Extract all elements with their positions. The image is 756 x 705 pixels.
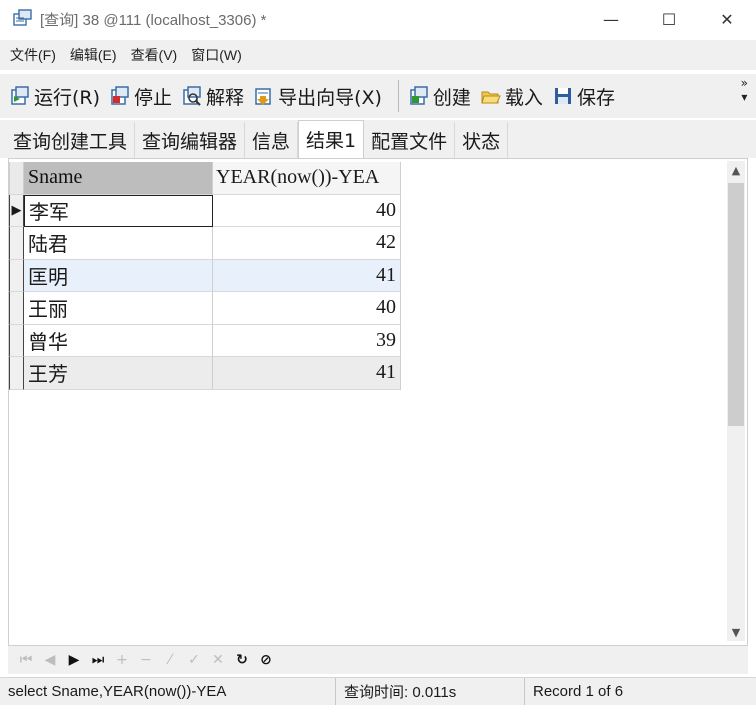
tab-query-editor[interactable]: 查询编辑器 [135,122,246,158]
post-edit-icon[interactable]: ✓ [182,652,206,668]
menu-file[interactable]: 文件(F) [10,45,56,65]
edit-record-icon[interactable]: ⁄ [158,652,182,668]
cell-sname[interactable]: 李军 [24,194,213,227]
query-icon [13,9,33,27]
minimize-button[interactable]: — [582,0,640,38]
prior-record-icon[interactable]: ◀ [38,652,62,668]
folder-open-icon [481,86,501,106]
row-indicator-header [9,162,24,195]
close-button[interactable]: ✕ [698,0,756,38]
tab-info[interactable]: 信息 [245,122,299,158]
create-label: 创建 [432,86,471,109]
row-indicator [9,227,24,260]
tab-result-1[interactable]: 结果1 [298,120,365,158]
save-label: 保存 [576,86,615,109]
floppy-disk-icon [553,86,573,106]
create-icon [409,86,429,106]
menu-bar: 文件(F) 编辑(E) 查看(V) 窗口(W) [0,40,756,70]
load-button[interactable]: 载入 [481,83,543,110]
table-row[interactable]: 曾华 39 [9,324,401,357]
tab-bar: 查询创建工具 查询编辑器 信息 结果1 配置文件 状态 [0,120,756,158]
tab-query-builder[interactable]: 查询创建工具 [6,122,136,158]
cell-sname[interactable]: 王芳 [24,357,213,390]
maximize-button[interactable]: ☐ [640,0,698,38]
cell-sname[interactable]: 王丽 [24,292,213,325]
toolbar: 运行(R) 停止 解释 导出向导(X) 创建 载入 保存 » ▾ [0,74,756,118]
record-navigator: ⏮ ◀ ▶ ⏭ + − ⁄ ✓ ✕ ↻ ⊘ [8,646,748,674]
explain-button[interactable]: 解释 [182,83,244,110]
status-record-count: Record 1 of 6 [533,683,624,700]
run-label: 运行(R) [34,86,101,109]
cancel-edit-icon[interactable]: ✕ [206,652,230,668]
cell-year[interactable]: 41 [213,259,401,292]
menu-view[interactable]: 查看(V) [131,45,178,65]
table-row[interactable]: 王芳 41 [9,357,401,390]
cell-year[interactable]: 39 [213,324,401,357]
stop-label: 停止 [134,86,173,109]
row-indicator [9,357,24,390]
row-indicator [9,292,24,325]
scroll-down-arrow-icon[interactable]: ▼ [727,623,745,641]
menu-edit[interactable]: 编辑(E) [70,45,117,65]
load-label: 载入 [504,86,543,109]
next-record-icon[interactable]: ▶ [62,652,86,668]
vertical-scrollbar[interactable]: ▲ ▼ [727,161,745,641]
create-button[interactable]: 创建 [409,83,471,110]
tab-profile[interactable]: 配置文件 [364,122,456,158]
explain-icon [182,86,202,106]
export-label: 导出向导(X) [278,86,382,109]
scroll-up-arrow-icon[interactable]: ▲ [727,161,745,179]
explain-label: 解释 [206,86,245,109]
delete-record-icon[interactable]: − [134,652,158,668]
column-header-sname[interactable]: Sname [24,162,213,195]
status-sql: select Sname,YEAR(now())-YEA [0,678,336,705]
stop-button[interactable]: 停止 [110,83,172,110]
refresh-icon[interactable]: ↻ [230,652,254,668]
export-wizard-button[interactable]: 导出向导(X) [254,83,382,110]
status-query-time: 查询时间: 0.011s [336,678,525,705]
row-indicator [9,259,24,292]
last-record-icon[interactable]: ⏭ [86,652,110,668]
cell-year[interactable]: 40 [213,194,401,227]
toolbar-separator [397,80,399,112]
cell-sname[interactable]: 陆君 [24,227,213,260]
toolbar-overflow-button[interactable]: » ▾ [741,76,748,104]
first-record-icon[interactable]: ⏮ [14,652,38,668]
cell-year[interactable]: 42 [213,227,401,260]
cell-year[interactable]: 41 [213,357,401,390]
result-panel: Sname YEAR(now())-YEA ▶ 李军 40 陆君 42 匡明 4… [8,158,748,646]
status-bar: select Sname,YEAR(now())-YEA 查询时间: 0.011… [0,677,756,705]
row-indicator [9,324,24,357]
table-row[interactable]: 匡明 41 [9,259,401,292]
table-row[interactable]: ▶ 李军 40 [9,194,401,227]
cell-sname[interactable]: 曾华 [24,324,213,357]
title-bar: [查询] 38 @111 (localhost_3306) * — ☐ ✕ [0,0,756,38]
table-row[interactable]: 王丽 40 [9,292,401,325]
current-row-marker: ▶ [9,194,24,227]
menu-window[interactable]: 窗口(W) [191,45,242,65]
grid-header-row: Sname YEAR(now())-YEA [9,162,401,195]
export-icon [254,86,274,106]
tab-status[interactable]: 状态 [455,122,509,158]
result-grid: Sname YEAR(now())-YEA ▶ 李军 40 陆君 42 匡明 4… [9,162,401,390]
stop-query-icon[interactable]: ⊘ [254,652,278,668]
column-header-year[interactable]: YEAR(now())-YEA [213,162,401,195]
insert-record-icon[interactable]: + [110,652,134,668]
cell-sname[interactable]: 匡明 [24,259,213,292]
run-icon [10,86,30,106]
scrollbar-thumb[interactable] [728,183,744,426]
window-title: [查询] 38 @111 (localhost_3306) * [40,12,267,29]
cell-year[interactable]: 40 [213,292,401,325]
table-row[interactable]: 陆君 42 [9,227,401,260]
run-button[interactable]: 运行(R) [10,83,100,110]
save-button[interactable]: 保存 [553,83,615,110]
stop-icon [110,86,130,106]
